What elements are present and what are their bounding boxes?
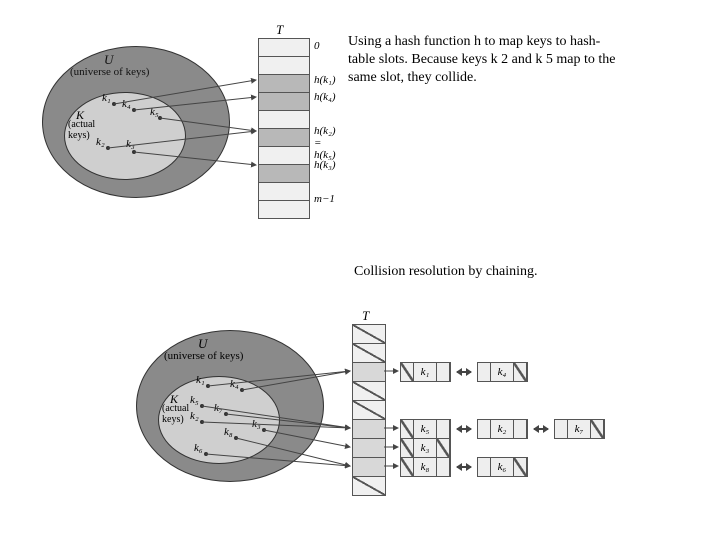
key2-k5: k₅	[190, 394, 199, 406]
key2-k7: k₇	[214, 402, 223, 414]
chain-slot-7: k₈ k₆	[400, 457, 528, 477]
slot-label-hk4: h(k₄)	[314, 91, 336, 103]
caption-hash-function: Using a hash function h to map keys to h…	[348, 33, 618, 88]
key2-k6: k₆	[194, 442, 203, 454]
label-U-sub-2: (universe of keys)	[164, 350, 243, 362]
chain-slot-5: k₅ k₂ k₇	[400, 419, 605, 439]
key-k5: k₅	[150, 106, 159, 118]
slot-label-hk3: h(k₃)	[314, 159, 336, 171]
key2-k3: k₃	[252, 418, 261, 430]
hash-table	[258, 38, 310, 219]
key-k4: k₄	[122, 98, 131, 110]
key2-k2: k₂	[190, 410, 199, 422]
label-K-sub-2: (actual keys)	[162, 404, 189, 425]
key-k2: k₂	[96, 136, 105, 148]
slot-label-hk2hk5: h(k₂) = h(k₅)	[314, 125, 342, 161]
key-k3: k₃	[126, 138, 135, 150]
hash-table-2	[352, 324, 386, 496]
label-U-sub: (universe of keys)	[70, 66, 149, 78]
key-k1: k₁	[102, 92, 111, 104]
label-K-sub: (actual keys)	[68, 120, 95, 141]
diagram-chaining: U (universe of keys) K (actual keys) k₁ …	[136, 316, 656, 526]
key2-k4: k₄	[230, 378, 239, 390]
key2-k1: k₁	[196, 374, 205, 386]
chain-slot-6: k₃	[400, 438, 451, 458]
slot-label-m1: m−1	[314, 193, 335, 205]
diagram-hash-table: U (universe of keys) K (actual keys) k₁ …	[42, 18, 342, 228]
key2-k8: k₈	[224, 426, 233, 438]
slot-label-0: 0	[314, 40, 320, 52]
caption-chaining: Collision resolution by chaining.	[354, 264, 538, 280]
slot-label-hk1: h(k₁)	[314, 74, 336, 86]
label-T-2: T	[362, 308, 369, 324]
label-T: T	[276, 22, 283, 38]
chain-slot-2: k₁ k₄	[400, 362, 528, 382]
